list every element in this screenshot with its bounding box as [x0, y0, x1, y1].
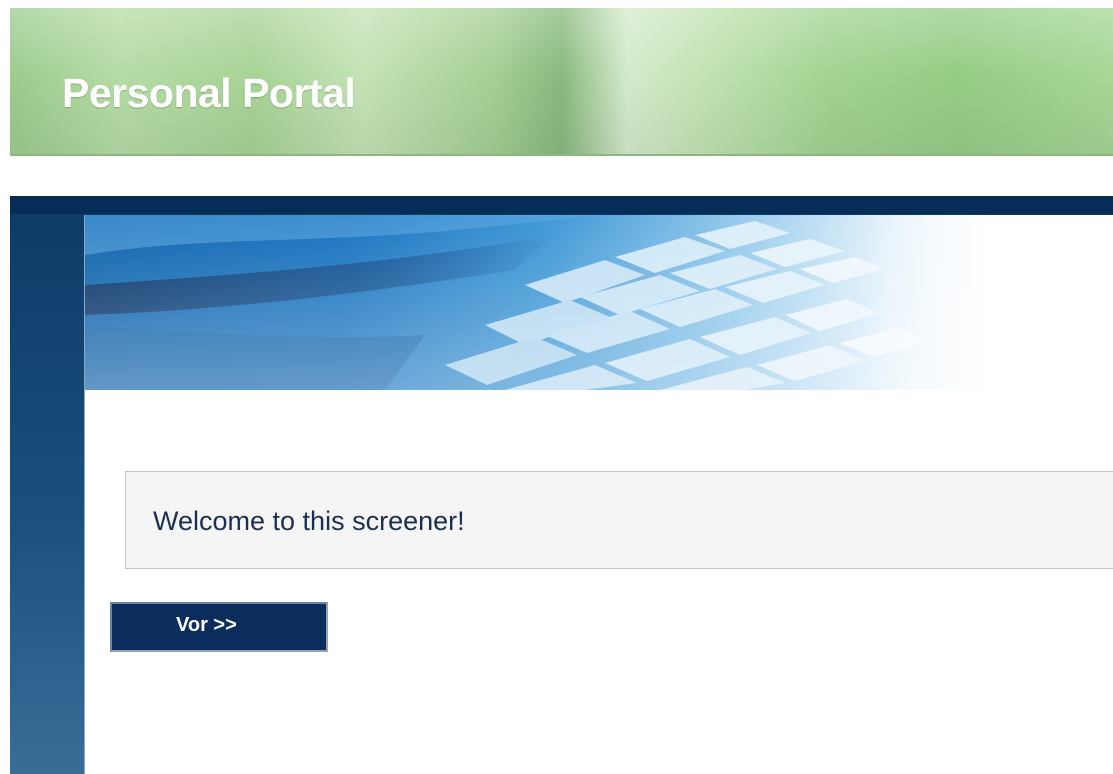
next-button[interactable]: Vor >>: [110, 602, 328, 652]
welcome-box: Welcome to this screener!: [125, 471, 1113, 569]
welcome-message: Welcome to this screener!: [153, 506, 465, 536]
keyboard-banner-image: [85, 215, 1113, 390]
frame-top-bar: [10, 196, 1113, 214]
header-banner: Personal Portal: [10, 8, 1113, 156]
keyboard-image: [85, 215, 1113, 390]
page: Personal Portal Welcome to this screener…: [0, 0, 1113, 774]
portal-title: Personal Portal: [62, 70, 356, 116]
content-area: Welcome to this screener!: [84, 215, 1113, 774]
